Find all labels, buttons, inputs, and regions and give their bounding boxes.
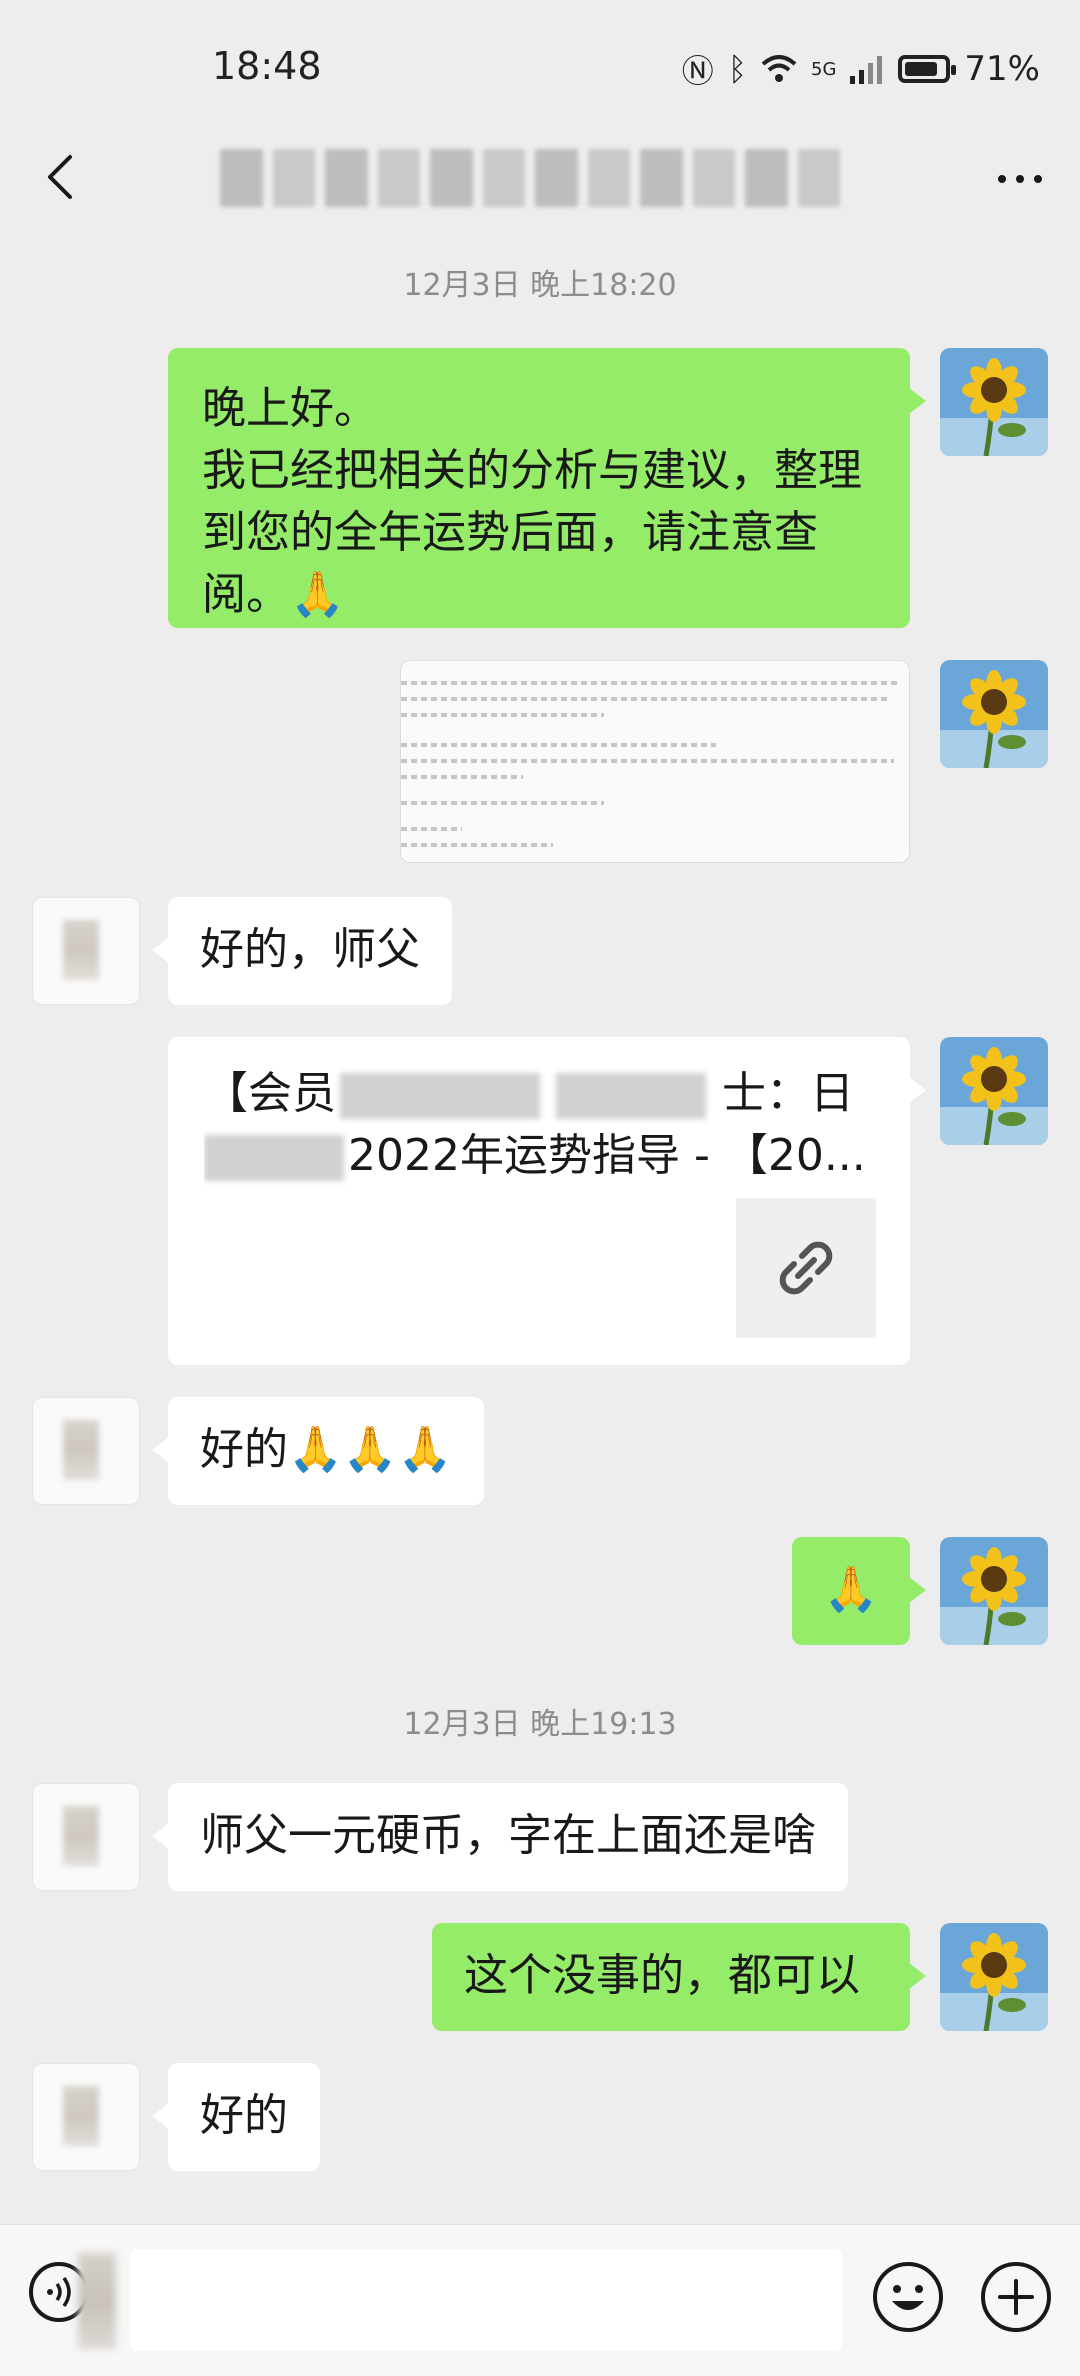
wifi-icon	[761, 55, 797, 82]
message-text: 我已经把相关的分析与建议，整理	[202, 445, 862, 496]
sunflower-avatar	[940, 660, 1048, 768]
link-card[interactable]: 【会员 士：日 2022年运势指导 - 【20...	[168, 1037, 926, 1365]
message-input[interactable]	[130, 2249, 842, 2351]
chat-header	[0, 135, 1080, 225]
bluetooth-icon: ᛒ	[727, 50, 748, 88]
avatar-contact[interactable]	[32, 897, 140, 1005]
timestamp: 12月3日 晚上19:13	[403, 1707, 677, 1742]
redacted-text	[340, 1073, 540, 1119]
more-icon[interactable]	[990, 159, 1050, 199]
link-thumbnail	[736, 1198, 876, 1338]
avatar-self[interactable]	[940, 1037, 1048, 1145]
status-icons: Ⓝ ᛒ 5G 71%	[682, 46, 1040, 92]
message-text: 晚上好。	[202, 383, 378, 434]
message-text: 阅。🙏	[202, 569, 345, 620]
plus-icon[interactable]	[978, 2259, 1054, 2335]
chat-title-redacted	[220, 149, 840, 207]
emoji-icon[interactable]	[870, 2259, 946, 2335]
chat-input-bar	[0, 2224, 1080, 2376]
redacted-text	[556, 1073, 706, 1119]
message-bubble-other[interactable]: 好的	[152, 2063, 320, 2171]
sunflower-avatar	[940, 348, 1048, 456]
battery-icon	[898, 55, 957, 83]
nfc-icon: Ⓝ	[681, 52, 714, 90]
signal-icon	[850, 56, 883, 84]
avatar-self[interactable]	[940, 1923, 1048, 2031]
avatar-contact[interactable]	[32, 1397, 140, 1505]
redacted-text	[204, 1135, 344, 1181]
image-message[interactable]	[400, 660, 910, 863]
battery-percent: 71%	[964, 49, 1040, 89]
message-text: 好的，师父	[200, 924, 420, 975]
timestamp: 12月3日 晚上18:20	[403, 268, 677, 303]
message-text: 师父一元硬币，字在上面还是啥	[200, 1810, 816, 1861]
status-bar: 18:48 Ⓝ ᛒ 5G 71%	[0, 0, 1080, 135]
status-time: 18:48	[212, 44, 322, 88]
message-bubble-other[interactable]: 好的，师父	[152, 897, 452, 1005]
avatar-self[interactable]	[940, 660, 1048, 768]
sunflower-avatar	[940, 1923, 1048, 2031]
redacted-overlay	[78, 2253, 116, 2349]
message-text: 好的	[200, 2090, 288, 2141]
message-text: 到您的全年运势后面，请注意查	[202, 507, 818, 558]
message-text: 🙏	[823, 1564, 879, 1615]
network-type: 5G	[811, 58, 837, 80]
avatar-contact[interactable]	[32, 2063, 140, 2171]
avatar-contact[interactable]	[32, 1783, 140, 1891]
link-icon	[779, 1241, 833, 1295]
message-bubble-self[interactable]: 晚上好。 我已经把相关的分析与建议，整理 到您的全年运势后面，请注意查 阅。🙏	[168, 348, 926, 628]
avatar-self[interactable]	[940, 1537, 1048, 1645]
link-title-text: 2022年运势指导 - 【20...	[348, 1130, 864, 1181]
message-text: 这个没事的，都可以	[464, 1950, 860, 2001]
message-bubble-self[interactable]: 这个没事的，都可以	[432, 1923, 926, 2031]
avatar-self[interactable]	[940, 348, 1048, 456]
link-title-text: 【会员	[204, 1068, 336, 1119]
message-bubble-self[interactable]: 🙏	[792, 1537, 926, 1645]
message-bubble-other[interactable]: 好的🙏🙏🙏	[151, 1397, 485, 1505]
message-text: 好的🙏🙏🙏	[200, 1424, 453, 1475]
link-title: 【会员 士：日 2022年运势指导 - 【20...	[204, 1063, 864, 1187]
sunflower-avatar	[940, 1037, 1048, 1145]
link-title-text: 士：日	[722, 1068, 854, 1119]
sunflower-avatar	[940, 1537, 1048, 1645]
back-icon[interactable]	[34, 147, 94, 207]
message-bubble-other[interactable]: 师父一元硬币，字在上面还是啥	[152, 1783, 848, 1891]
